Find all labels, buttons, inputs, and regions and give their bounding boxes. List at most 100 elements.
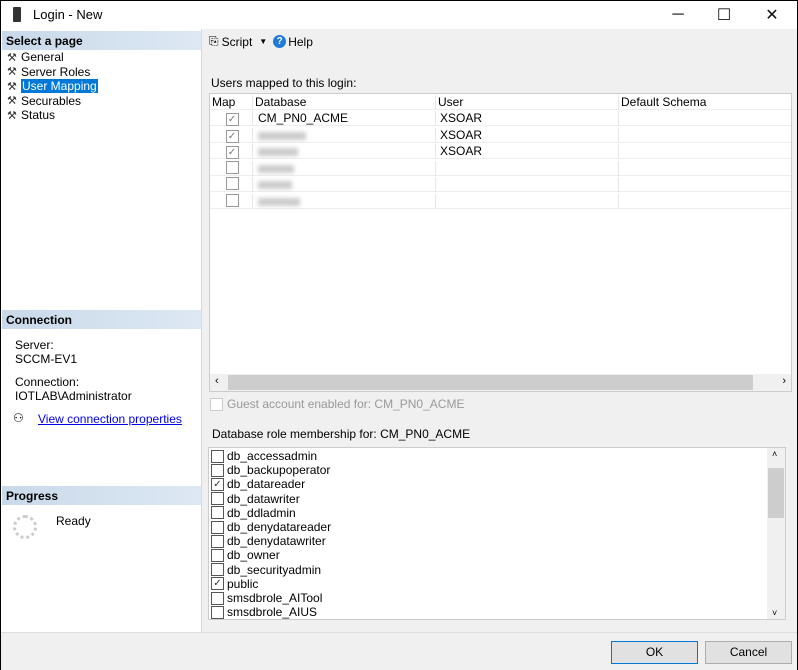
- checkbox[interactable]: [210, 397, 223, 411]
- user-cell[interactable]: XSOAR: [436, 127, 619, 143]
- user-cell[interactable]: XSOAR: [436, 111, 619, 126]
- role-checkbox[interactable]: [211, 563, 224, 577]
- progress-header: Progress: [2, 486, 201, 505]
- role-checkbox[interactable]: [211, 534, 224, 548]
- wrench-icon: ⚒: [7, 80, 17, 93]
- column-header-database[interactable]: Database: [253, 95, 436, 110]
- close-button[interactable]: ✕: [749, 1, 795, 29]
- table-row[interactable]: ✓ XSOAR: [210, 127, 791, 143]
- table-row[interactable]: ✓ CM_PN0_ACME XSOAR: [210, 110, 791, 126]
- role-item-db-owner[interactable]: db_owner: [211, 548, 280, 562]
- connection-properties-icon: ⚇: [13, 411, 24, 425]
- map-checkbox[interactable]: ✓: [225, 146, 239, 159]
- map-cell[interactable]: ✓: [210, 111, 253, 126]
- sidebar-item-label: Securables: [21, 93, 82, 108]
- maximize-button[interactable]: ☐: [701, 1, 747, 29]
- table-row[interactable]: [210, 176, 791, 192]
- role-checkbox[interactable]: [211, 506, 224, 520]
- sidebar-item-user-mapping[interactable]: ⚒ User Mapping: [7, 79, 98, 93]
- guest-account-checkbox[interactable]: Guest account enabled for: CM_PN0_ACME: [210, 397, 464, 411]
- role-item-db-datawriter[interactable]: db_datawriter: [211, 492, 300, 506]
- role-checkbox[interactable]: [211, 449, 224, 463]
- sidebar-item-server-roles[interactable]: ⚒ Server Roles: [7, 65, 90, 79]
- role-checkbox[interactable]: [211, 520, 224, 534]
- default-schema-cell[interactable]: [619, 161, 791, 176]
- scroll-right-icon[interactable]: ›: [782, 375, 786, 387]
- map-cell[interactable]: [210, 193, 253, 209]
- database-cell[interactable]: [253, 144, 436, 159]
- scroll-down-icon[interactable]: ˅: [772, 608, 777, 618]
- role-item-db-securityadmin[interactable]: db_securityadmin: [211, 563, 321, 577]
- role-checkbox[interactable]: [211, 492, 224, 506]
- column-header-map[interactable]: Map: [210, 95, 253, 110]
- user-cell[interactable]: [436, 160, 619, 176]
- role-item-db-denydatareader[interactable]: db_denydatareader: [211, 520, 331, 534]
- map-checkbox[interactable]: [225, 193, 239, 207]
- role-checkbox[interactable]: [211, 591, 224, 605]
- database-cell[interactable]: [253, 127, 436, 143]
- scroll-up-icon[interactable]: ˄: [772, 449, 777, 459]
- default-schema-cell[interactable]: [619, 177, 791, 192]
- help-button[interactable]: ? Help: [273, 35, 313, 49]
- database-cell[interactable]: [253, 177, 436, 192]
- sidebar-item-general[interactable]: ⚒ General: [7, 50, 64, 64]
- table-row[interactable]: [210, 193, 791, 209]
- main-panel: ⎘ Script ▼ ? Help Users mapped to this l…: [203, 29, 797, 632]
- role-item-db-backupoperator[interactable]: db_backupoperator: [211, 463, 330, 477]
- default-schema-cell[interactable]: [619, 144, 791, 159]
- script-button[interactable]: ⎘ Script ▼: [209, 34, 267, 49]
- vertical-scrollbar[interactable]: ˄ ˅: [767, 448, 785, 619]
- user-cell[interactable]: XSOAR: [436, 144, 619, 159]
- table-row[interactable]: [210, 160, 791, 176]
- default-schema-cell[interactable]: [619, 194, 791, 209]
- minimize-button[interactable]: ─: [655, 1, 701, 29]
- user-cell[interactable]: [436, 193, 619, 209]
- map-checkbox[interactable]: ✓: [225, 113, 239, 126]
- default-schema-cell[interactable]: [619, 128, 791, 143]
- map-cell[interactable]: [210, 160, 253, 176]
- table-row[interactable]: ✓ XSOAR: [210, 143, 791, 159]
- user-cell[interactable]: [436, 177, 619, 192]
- sidebar-item-status[interactable]: ⚒ Status: [7, 108, 55, 122]
- view-connection-properties-link[interactable]: View connection properties: [38, 412, 182, 426]
- database-cell[interactable]: CM_PN0_ACME: [253, 111, 436, 126]
- database-cell[interactable]: [253, 193, 436, 209]
- role-name: db_owner: [227, 548, 280, 563]
- help-icon: ?: [273, 35, 287, 48]
- database-cell[interactable]: [253, 160, 436, 176]
- map-checkbox[interactable]: [225, 160, 239, 174]
- role-item-smsdbrole-aitool[interactable]: smsdbrole_AITool: [211, 591, 322, 605]
- role-item-smsdbrole-aius[interactable]: smsdbrole_AIUS: [211, 605, 317, 619]
- scrollbar-thumb[interactable]: [768, 468, 784, 518]
- role-item-public[interactable]: ✓ public: [211, 577, 258, 591]
- role-item-db-denydatawriter[interactable]: db_denydatawriter: [211, 534, 326, 548]
- role-item-db-ddladmin[interactable]: db_ddladmin: [211, 506, 296, 520]
- role-checkbox[interactable]: ✓: [211, 577, 224, 591]
- chevron-down-icon[interactable]: ▼: [259, 37, 267, 46]
- role-item-db-datareader[interactable]: ✓ db_datareader: [211, 477, 305, 491]
- map-checkbox[interactable]: [225, 177, 239, 190]
- column-header-default-schema[interactable]: Default Schema: [619, 95, 791, 110]
- window-title: Login - New: [33, 7, 103, 22]
- map-cell[interactable]: ✓: [210, 127, 253, 143]
- default-schema-cell[interactable]: [619, 111, 791, 126]
- role-checkbox[interactable]: [211, 548, 224, 562]
- role-checkbox[interactable]: ✓: [211, 477, 224, 491]
- scrollbar-thumb[interactable]: [228, 375, 753, 390]
- role-item-db-accessadmin[interactable]: db_accessadmin: [211, 449, 317, 463]
- map-cell[interactable]: [210, 177, 253, 192]
- cancel-button[interactable]: Cancel: [705, 641, 792, 664]
- sidebar-item-securables[interactable]: ⚒ Securables: [7, 94, 81, 108]
- role-checkbox[interactable]: [211, 463, 224, 477]
- map-checkbox[interactable]: ✓: [225, 129, 239, 143]
- map-cell[interactable]: ✓: [210, 144, 253, 159]
- ok-button[interactable]: OK: [611, 641, 698, 664]
- scroll-left-icon[interactable]: ‹: [215, 375, 219, 387]
- horizontal-scrollbar[interactable]: ‹ ›: [210, 374, 791, 391]
- toolbar: ⎘ Script ▼ ? Help: [209, 34, 313, 49]
- role-checkbox[interactable]: [211, 605, 224, 619]
- guest-account-label: Guest account enabled for: CM_PN0_ACME: [227, 397, 465, 411]
- column-header-user[interactable]: User: [436, 95, 619, 110]
- redacted-database-name: [258, 131, 306, 140]
- user-name: XSOAR: [440, 111, 483, 125]
